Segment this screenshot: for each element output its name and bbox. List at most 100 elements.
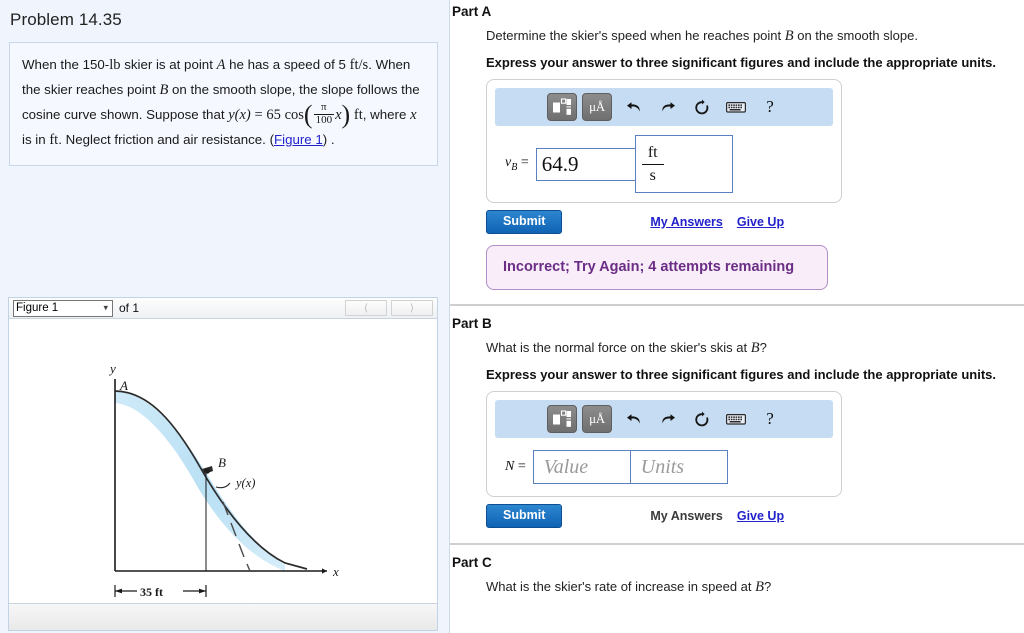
fraction-numerator: π: [321, 101, 327, 114]
redo-glyph: [662, 102, 675, 112]
part-c-question-pre: What is the skier's rate of increase in …: [486, 579, 756, 594]
math-template-icon[interactable]: [547, 405, 577, 433]
dimension-label: 35 ft: [140, 585, 163, 599]
part-b-give-up-link[interactable]: Give Up: [737, 509, 784, 523]
units-mu-angstrom-icon[interactable]: μÅ: [582, 93, 612, 121]
part-b-section: Part B What is the normal force on the s…: [450, 316, 1024, 545]
figure-widget: Figure 1 ▾ of 1 ⟨ ⟩ y x A B y(x) 35 ft: [8, 297, 438, 631]
keyboard-icon[interactable]: [719, 405, 753, 433]
undo-glyph: [627, 102, 640, 112]
keyboard-glyph: [726, 101, 746, 113]
undo-icon[interactable]: [617, 405, 651, 433]
curve-function-label: y(x): [234, 476, 255, 490]
right-answer-panel: Part A Determine the skier's speed when …: [450, 0, 1024, 633]
dimension-arrow-left: [115, 588, 122, 594]
point-a-label: A: [119, 378, 128, 393]
statement-text-9: ) .: [322, 131, 335, 147]
figure-select[interactable]: Figure 1 ▾: [13, 299, 113, 317]
chevron-right-icon: ⟩: [410, 302, 414, 314]
part-a-heading: Part A: [452, 4, 492, 19]
part-b-value-input[interactable]: Value: [532, 450, 631, 484]
chevron-left-icon: ⟨: [364, 302, 368, 314]
part-a-value-input[interactable]: 64.9: [535, 147, 636, 181]
part-a-question-pre: Determine the skier's speed when he reac…: [486, 28, 785, 43]
point-b-dot: [204, 468, 210, 474]
redo-icon[interactable]: [651, 93, 685, 121]
redo-icon[interactable]: [651, 405, 685, 433]
undo-glyph: [627, 414, 640, 424]
part-b-answer-row: N = Value Units: [487, 447, 841, 487]
statement-text-6: , where: [362, 106, 411, 122]
part-b-mathbar: μÅ ?: [495, 400, 833, 438]
figure-count-label: of 1: [119, 301, 140, 315]
figure-1-link[interactable]: Figure 1: [274, 132, 323, 147]
help-icon[interactable]: ?: [753, 405, 787, 433]
x-axis-label: x: [332, 564, 339, 579]
undo-icon[interactable]: [617, 93, 651, 121]
unit-ft-1: ft: [353, 106, 363, 123]
part-b-question: What is the normal force on the skier's …: [486, 340, 1024, 357]
part-a-question-var: B: [784, 28, 794, 44]
part-b-label-eq: =: [514, 459, 526, 474]
x-axis-arrow: [322, 568, 327, 574]
statement-text-7: is in: [22, 131, 50, 147]
statement-text-1: When the 150-: [22, 57, 110, 72]
part-c-section: Part C What is the skier's rate of incre…: [450, 555, 1024, 596]
reset-glyph: [695, 411, 709, 426]
separator-a-b: [450, 304, 1024, 306]
reset-icon[interactable]: [685, 405, 719, 433]
part-b-value-placeholder: Value: [543, 455, 589, 478]
figure-footer: [9, 604, 437, 630]
part-a-answer-card: μÅ ? vB = 64.9 ft s: [486, 79, 842, 203]
chevron-down-icon: ▾: [103, 302, 108, 313]
part-b-answer-label: N =: [505, 459, 526, 475]
part-a-question-post: on the smooth slope.: [793, 28, 918, 43]
part-b-question-post: ?: [759, 340, 767, 355]
reset-icon[interactable]: [685, 93, 719, 121]
reset-glyph: [695, 99, 709, 114]
cos-label: cos: [284, 106, 304, 123]
part-b-my-answers-link[interactable]: My Answers: [650, 509, 722, 523]
page-title: Problem 14.35: [10, 10, 122, 29]
figure-prev-button[interactable]: ⟨: [345, 300, 387, 316]
part-a-units-input[interactable]: ft s: [634, 135, 733, 193]
part-b-label-var: N: [505, 459, 515, 474]
unit-ft-per-s: ft/s: [349, 57, 369, 73]
x-variable: x: [335, 106, 342, 123]
math-template-glyph: [553, 98, 571, 115]
help-icon[interactable]: ?: [753, 93, 787, 121]
units-mu-angstrom-icon[interactable]: μÅ: [582, 405, 612, 433]
math-template-icon[interactable]: [547, 93, 577, 121]
statement-text-3: he has a speed of 5: [225, 57, 350, 72]
point-b-label: B: [218, 455, 226, 470]
help-label: ?: [766, 97, 774, 116]
cosine-curve: [114, 390, 308, 570]
fraction-denominator: 100: [313, 113, 335, 126]
part-b-question-var: B: [750, 340, 760, 356]
figure-select-value: Figure 1: [16, 302, 59, 314]
part-b-submit-row: Submit My Answers Give Up: [486, 504, 1024, 528]
math-template-glyph: [553, 410, 571, 427]
separator-b-c: [450, 543, 1024, 545]
snow-band: [115, 391, 285, 571]
figure-next-button[interactable]: ⟩: [391, 300, 433, 316]
part-a-instruction: Express your answer to three significant…: [486, 55, 996, 70]
part-a-give-up-link[interactable]: Give Up: [737, 215, 784, 229]
part-c-question-post: ?: [763, 579, 772, 594]
units-mu-angstrom-label: μÅ: [589, 411, 605, 426]
part-a-submit-button[interactable]: Submit: [486, 210, 563, 234]
close-paren: ): [341, 99, 351, 129]
part-b-question-pre: What is the normal force on the skier's …: [486, 340, 751, 355]
part-a-mathbar: μÅ ?: [495, 88, 833, 126]
part-b-units-input[interactable]: Units: [629, 450, 728, 484]
part-a-my-answers-link[interactable]: My Answers: [650, 215, 722, 229]
part-a-units-fraction: ft s: [641, 143, 664, 186]
part-b-submit-button[interactable]: Submit: [486, 504, 563, 528]
part-a-unit-numerator: ft: [647, 143, 658, 161]
left-problem-panel: Problem 14.35 When the 150-lb skier is a…: [0, 0, 450, 633]
y-axis-label: y: [108, 361, 116, 376]
keyboard-icon[interactable]: [719, 93, 753, 121]
part-c-heading: Part C: [452, 555, 492, 570]
help-label: ?: [766, 409, 774, 428]
unit-lb: lb: [109, 57, 121, 73]
